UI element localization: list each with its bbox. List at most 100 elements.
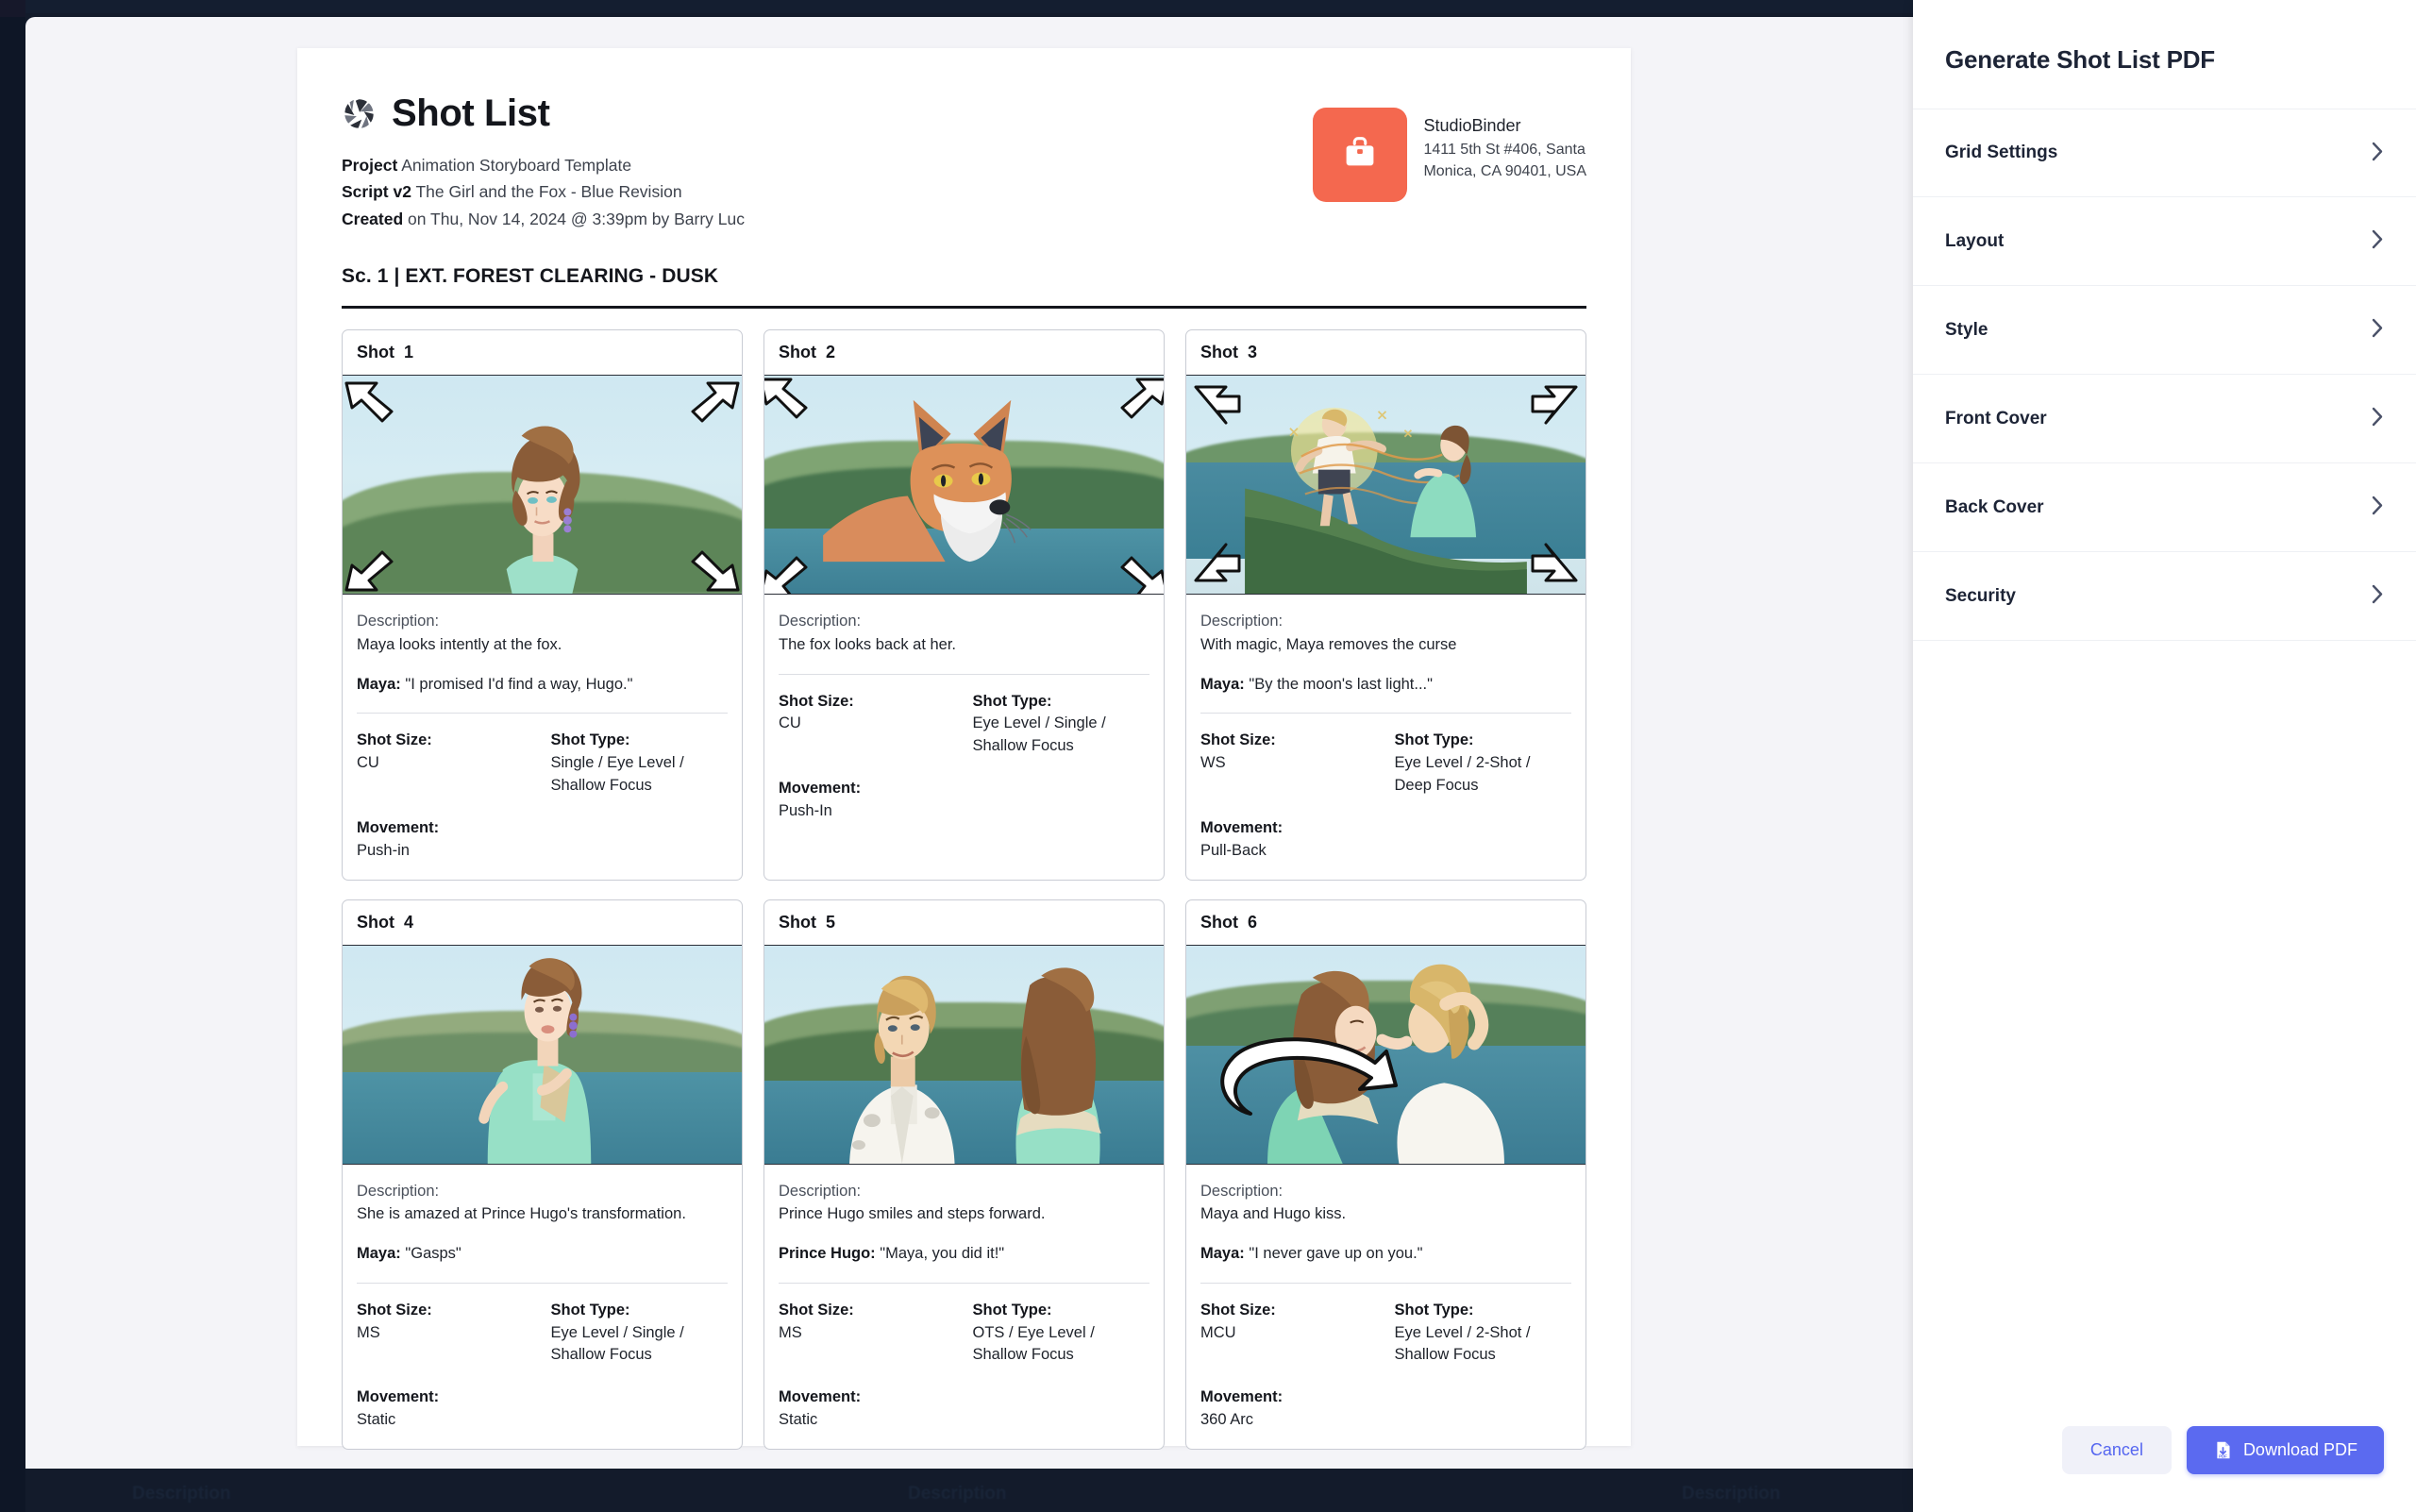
shot-size-field: Shot Size: WS	[1200, 729, 1378, 798]
shot-card-body: Description: Maya and Hugo kiss. Maya: "…	[1186, 1165, 1586, 1450]
document-title-row: Shot List	[342, 92, 745, 135]
push-in-arrow-icon	[344, 381, 403, 434]
cancel-button[interactable]: Cancel	[2061, 1426, 2172, 1474]
shot-spec-row: Shot Size: WS Shot Type: Eye Level / 2-S…	[1200, 729, 1571, 798]
storyboard-frame	[764, 945, 1164, 1165]
shot-type-field: Shot Type: Eye Level / Single / Shallow …	[973, 690, 1150, 759]
shot-word: Shot	[1200, 912, 1238, 932]
movement-field: Movement: Static	[779, 1386, 1149, 1432]
description-label: Description:	[779, 613, 862, 630]
shot-divider	[779, 1282, 1149, 1284]
movement-field: Movement: Pull-Back	[1200, 816, 1571, 863]
movement-label: Movement:	[779, 780, 862, 798]
shot-type-label: Shot Type:	[1394, 1301, 1474, 1319]
shot-type-field: Shot Type: Single / Eye Level / Shallow …	[551, 729, 729, 798]
shot-spec-row: Shot Size: CU Shot Type: Eye Level / Sin…	[779, 690, 1149, 759]
description-value: The fox looks back at her.	[779, 635, 957, 653]
shot-divider	[1200, 1282, 1571, 1284]
meta-script-key: Script v2	[342, 182, 411, 202]
panel-row-grid-settings[interactable]: Grid Settings	[1913, 109, 2416, 197]
shot-card[interactable]: Shot 1 Description: Maya looks intently …	[342, 329, 743, 881]
dialogue-speaker: Maya:	[357, 1245, 401, 1263]
shot-type-label: Shot Type:	[972, 1301, 1052, 1319]
panel-row-label: Layout	[1945, 230, 2005, 251]
shot-number: 3	[1248, 343, 1258, 362]
shot-spec-row: Shot Size: CU Shot Type: Single / Eye Le…	[357, 729, 728, 798]
dialogue-line: Prince Hugo: "Maya, you did it!"	[779, 1242, 1149, 1266]
dialogue-text: "I promised I'd find a way, Hugo."	[405, 675, 633, 693]
shot-size-label: Shot Size:	[357, 731, 432, 749]
shot-type-label: Shot Type:	[550, 731, 630, 749]
shot-number: 6	[1248, 912, 1258, 932]
scene-heading: Sc. 1 | EXT. FOREST CLEARING - DUSK	[342, 265, 719, 288]
panel-row-style[interactable]: Style	[1913, 286, 2416, 375]
panel-row-layout[interactable]: Layout	[1913, 197, 2416, 286]
shot-divider	[357, 713, 728, 714]
shot-type-value: OTS / Eye Level / Shallow Focus	[972, 1323, 1095, 1364]
chevron-right-icon[interactable]	[2372, 407, 2384, 430]
panel-row-front-cover[interactable]: Front Cover	[1913, 375, 2416, 463]
shot-card[interactable]: Shot 4 Description: She is amazed at Pri…	[342, 899, 743, 1451]
dialogue-line: Maya: "By the moon's last light..."	[1200, 673, 1571, 697]
chevron-right-icon[interactable]	[2372, 496, 2384, 519]
panel-row-label: Style	[1945, 319, 1988, 340]
generate-pdf-panel: Generate Shot List PDF Grid Settings Lay…	[1913, 0, 2416, 1512]
panel-row-label: Back Cover	[1945, 496, 2044, 517]
page-title: Shot List	[392, 92, 550, 134]
shot-card[interactable]: Shot 3 Description: With magic, Maya rem…	[1185, 329, 1586, 881]
push-in-arrow-icon	[681, 539, 740, 592]
shot-artwork-2	[823, 399, 1032, 563]
meta-created-key: Created	[342, 209, 404, 228]
panel-row-security[interactable]: Security	[1913, 552, 2416, 641]
shot-card[interactable]: Shot 5 Description: Prince Hugo smiles a…	[763, 899, 1165, 1451]
shot-divider	[1200, 713, 1571, 714]
movement-field: Movement: Push-In	[779, 777, 1149, 823]
shot-card-body: Description: Prince Hugo smiles and step…	[764, 1165, 1164, 1450]
shot-spec-row: Shot Size: MS Shot Type: OTS / Eye Level…	[779, 1299, 1149, 1368]
chevron-right-icon[interactable]	[2372, 229, 2384, 253]
shot-number: 4	[404, 912, 414, 932]
push-in-arrow-icon	[764, 545, 817, 595]
push-in-arrow-icon	[681, 381, 740, 434]
meta-created-value: on Thu, Nov 14, 2024 @ 3:39pm by Barry L…	[408, 209, 745, 228]
meta-project-value: Animation Storyboard Template	[401, 156, 632, 175]
shot-grid: Shot 1 Description: Maya looks intently …	[342, 329, 1586, 1451]
dialogue-line: Maya: "Gasps"	[357, 1242, 728, 1266]
shot-card-header: Shot 2	[764, 330, 1164, 377]
shot-card[interactable]: Shot 6 Description: Maya and Hugo kiss. …	[1185, 899, 1586, 1451]
pull-back-arrow-icon	[1527, 383, 1580, 432]
meta-script: Script v2 The Girl and the Fox - Blue Re…	[342, 178, 745, 205]
arc-360-arrow-icon	[1192, 1027, 1437, 1131]
panel-footer: Cancel PDF Download PDF	[1913, 1426, 2416, 1512]
pdf-preview-surface[interactable]: Shot List Project Animation Storyboard T…	[25, 17, 1913, 1469]
shot-type-label: Shot Type:	[972, 692, 1052, 710]
panel-row-back-cover[interactable]: Back Cover	[1913, 463, 2416, 552]
shot-type-field: Shot Type: Eye Level / 2-Shot / Shallow …	[1395, 1299, 1572, 1368]
shot-artwork-4	[478, 957, 592, 1164]
shot-size-label: Shot Size:	[1200, 731, 1276, 749]
dialogue-speaker: Maya:	[1200, 1245, 1245, 1263]
description-label: Description:	[1200, 1182, 1284, 1200]
movement-label: Movement:	[779, 1388, 862, 1406]
chevron-right-icon[interactable]	[2372, 584, 2384, 608]
description-value: Prince Hugo smiles and steps forward.	[779, 1205, 1046, 1223]
description-value: She is amazed at Prince Hugo's transform…	[357, 1205, 686, 1223]
chevron-right-icon[interactable]	[2372, 318, 2384, 342]
storyboard-frame	[343, 376, 742, 596]
push-in-arrow-icon	[1111, 545, 1164, 595]
download-pdf-button[interactable]: PDF Download PDF	[2186, 1426, 2384, 1474]
chevron-right-icon[interactable]	[2372, 142, 2384, 165]
shot-card[interactable]: Shot 2 Description: The fox looks back a…	[763, 329, 1165, 881]
panel-settings-list: Grid Settings Layout Style Front Cover B…	[1913, 109, 2416, 1426]
storyboard-frame	[764, 376, 1164, 596]
shot-size-field: Shot Size: CU	[779, 690, 956, 759]
description-label: Description:	[1200, 613, 1284, 630]
shot-card-header: Shot 1	[343, 330, 742, 377]
meta-created: Created on Thu, Nov 14, 2024 @ 3:39pm by…	[342, 206, 745, 232]
storyboard-frame	[1186, 376, 1586, 596]
shot-spec-row: Shot Size: MS Shot Type: Eye Level / Sin…	[357, 1299, 728, 1368]
description-value: With magic, Maya removes the curse	[1200, 635, 1457, 653]
pdf-download-icon: PDF	[2213, 1440, 2233, 1460]
download-pdf-label: Download PDF	[2242, 1440, 2357, 1459]
company-name: StudioBinder	[1423, 116, 1521, 135]
